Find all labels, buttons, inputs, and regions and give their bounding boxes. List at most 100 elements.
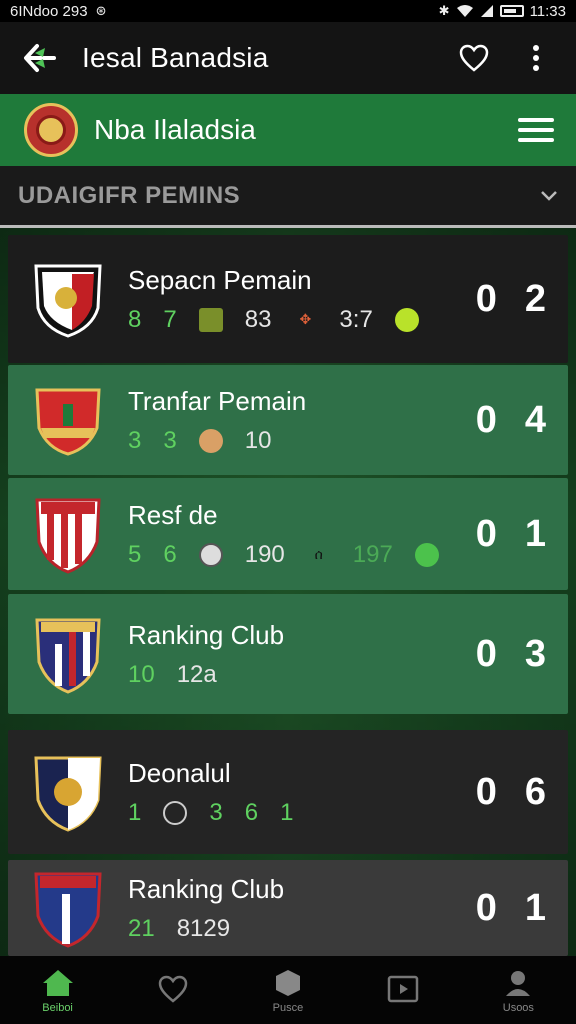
bottom-nav: Beiboi Pusce Usoos <box>0 956 576 1024</box>
stat-value: 1 <box>280 798 294 826</box>
bluetooth-icon: ✱ <box>438 3 450 18</box>
match-score: 0 4 <box>476 399 546 442</box>
nav-pusce[interactable]: Pusce <box>243 967 333 1014</box>
match-card[interactable]: Tranfar Pemain 3 3 10 0 4 <box>8 365 568 475</box>
section-dropdown[interactable]: UDAIGIFR PEMINS <box>0 166 576 228</box>
card-title: Ranking Club <box>128 619 285 650</box>
signal-icon <box>480 5 493 17</box>
score-home: 0 <box>475 398 497 441</box>
stat-value: 83 <box>244 305 272 333</box>
stat-value: 3 <box>128 426 142 454</box>
stat-value: 8129 <box>176 914 231 942</box>
ball-icon <box>414 542 439 567</box>
video-icon <box>386 973 420 1005</box>
nav-user[interactable]: Usoos <box>473 967 563 1014</box>
nav-favorites[interactable] <box>128 973 218 1008</box>
home-icon <box>41 967 75 999</box>
match-card[interactable]: Ranking Club 10 12a 0 3 <box>8 594 568 714</box>
hamburger-icon-line <box>518 118 554 122</box>
stat-value: 197 <box>352 540 393 568</box>
score-away: 4 <box>524 398 546 441</box>
match-card[interactable]: Ranking Club 21 8129 0 1 <box>8 860 568 956</box>
ball-icon <box>394 307 419 332</box>
status-time: 11:33 <box>529 2 566 20</box>
league-logo <box>24 103 78 157</box>
stat-value: 6 <box>244 798 259 826</box>
stat-value: 10 <box>128 660 155 688</box>
score-away: 1 <box>524 886 546 929</box>
card-title: Resf de <box>128 499 218 530</box>
coin-icon <box>198 542 223 567</box>
shield-icon <box>198 307 223 332</box>
stat-value: 21 <box>128 914 155 942</box>
more-vert-icon <box>533 45 539 71</box>
match-score: 0 1 <box>476 887 546 930</box>
card-title: Tranfar Pemain <box>128 385 307 416</box>
stat-value: 8 <box>128 305 142 333</box>
hamburger-icon-line <box>518 138 554 142</box>
stat-value: 3 <box>163 426 177 454</box>
score-home: 0 <box>475 886 497 929</box>
stat-value: 1 <box>128 798 142 826</box>
score-away: 2 <box>524 277 546 320</box>
league-title: Nba Ilaladsia <box>94 114 256 145</box>
nav-label: Pusce <box>272 1001 304 1014</box>
card-title: Sepacn Pemain <box>128 264 312 295</box>
match-card[interactable]: Resf de 5 6 190 ሰ 197 0 1 <box>8 478 568 590</box>
score-home: 0 <box>475 632 497 675</box>
score-away: 6 <box>524 770 546 813</box>
back-button[interactable] <box>20 38 60 78</box>
hamburger-icon-line <box>518 128 554 132</box>
match-card[interactable]: Deonalul 1 3 6 1 0 6 <box>8 730 568 854</box>
ball-icon <box>163 800 188 825</box>
user-icon <box>501 967 535 999</box>
app-bar: Iesal Banadsia <box>0 22 576 94</box>
club-crest <box>30 494 106 574</box>
nav-label: Beiboi <box>42 1001 73 1014</box>
heart-icon <box>156 973 190 1005</box>
battery-icon <box>499 5 524 17</box>
club-crest <box>30 752 106 832</box>
score-home: 0 <box>475 277 497 320</box>
wifi-icon <box>456 5 473 17</box>
section-title: UDAIGIFR PEMINS <box>18 181 241 209</box>
nav-video[interactable] <box>358 973 448 1008</box>
stat-value: 3:7 <box>339 305 373 333</box>
chevron-down-icon <box>541 190 557 201</box>
status-bar: 6INdoo 293 ⊛ ✱ 11:33 <box>0 0 576 22</box>
score-home: 0 <box>475 770 497 813</box>
menu-button[interactable] <box>518 112 554 148</box>
score-away: 1 <box>524 512 546 555</box>
stat-value: 6 <box>163 540 177 568</box>
stat-value: 12a <box>176 660 217 688</box>
match-card[interactable]: Sepacn Pemain 8 7 83 ✥ 3:7 0 2 <box>8 235 568 363</box>
whistle-icon: ✥ <box>299 311 312 327</box>
jersey-icon: ሰ <box>314 546 323 562</box>
club-crest <box>30 259 106 339</box>
match-score: 0 1 <box>476 513 546 556</box>
stat-value: 190 <box>244 540 285 568</box>
score-home: 0 <box>475 512 497 555</box>
favorite-button[interactable] <box>454 38 494 78</box>
nav-label: Usoos <box>502 1001 534 1014</box>
match-score: 0 2 <box>476 278 546 321</box>
stat-value: 5 <box>128 540 142 568</box>
heart-icon <box>459 44 489 72</box>
club-crest <box>30 380 106 460</box>
more-options-button[interactable] <box>516 38 556 78</box>
stat-value: 10 <box>244 426 272 454</box>
status-carrier-text: 6INdoo 293 <box>10 2 88 20</box>
match-score: 0 3 <box>476 633 546 676</box>
club-crest <box>30 868 106 948</box>
stat-value: 3 <box>209 798 223 826</box>
sync-icon: ⊛ <box>95 3 107 18</box>
league-header: Nba Ilaladsia <box>0 94 576 166</box>
score-away: 3 <box>524 632 546 675</box>
club-crest <box>30 614 106 694</box>
nav-home[interactable]: Beiboi <box>13 967 103 1014</box>
card-title: Deonalul <box>128 757 231 788</box>
stat-value: 7 <box>163 305 177 333</box>
ball-icon <box>198 428 223 453</box>
card-title: Ranking Club <box>128 873 285 904</box>
ball-icon <box>271 967 305 999</box>
